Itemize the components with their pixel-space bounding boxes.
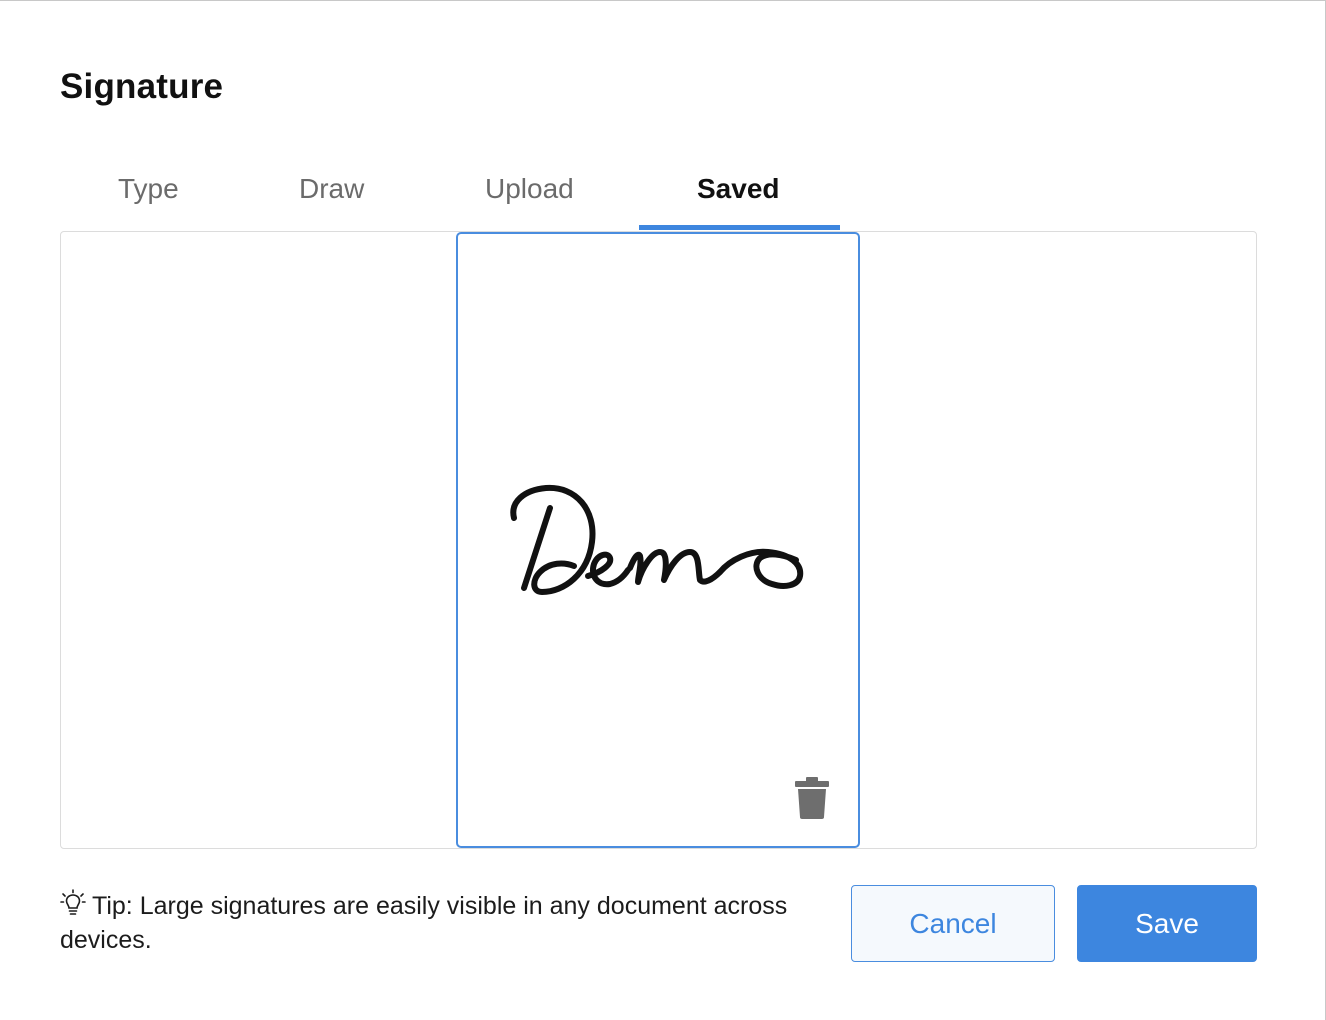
saved-signature-card[interactable] (456, 232, 860, 848)
tab-draw[interactable]: Draw (299, 173, 364, 205)
signature-image (510, 484, 804, 595)
tab-type[interactable]: Type (118, 173, 179, 205)
trash-icon[interactable] (794, 776, 830, 820)
tip-message: Tip: Large signatures are easily visible… (60, 892, 788, 954)
active-tab-indicator (639, 225, 840, 230)
save-button[interactable]: Save (1077, 885, 1257, 962)
dialog-title: Signature (60, 67, 224, 106)
lightbulb-icon (60, 889, 86, 915)
cancel-button[interactable]: Cancel (851, 885, 1055, 962)
tab-saved[interactable]: Saved (697, 173, 780, 205)
signature-dialog: Signature Type Draw Upload Saved Tip: La… (0, 0, 1326, 1020)
tab-upload[interactable]: Upload (485, 173, 574, 205)
tip-text: Tip: Large signatures are easily visible… (60, 889, 790, 957)
